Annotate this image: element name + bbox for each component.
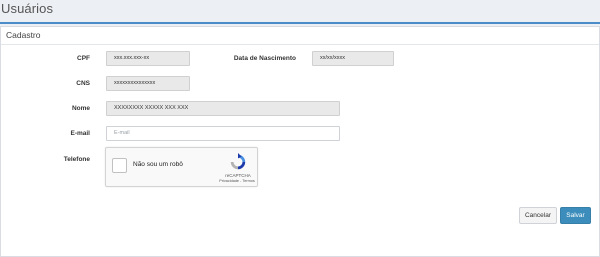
name-label: Nome [71,105,90,112]
recaptcha-brand: reCAPTCHA [225,173,251,178]
birth-date-label: Data de Nascimento [233,55,296,62]
page-title: Usuários [1,1,54,16]
cns-field[interactable]: xxxxxxxxxxxxxxx [106,76,190,91]
cpf-label: CPF [77,55,90,62]
recaptcha-logo-icon [230,153,246,170]
email-label: E-mail [70,130,90,137]
recaptcha-links[interactable]: Privacidade - Termos [212,179,262,183]
cadastro-panel: Cadastro [0,26,600,257]
recaptcha-widget: Não sou um robô reCAPTCHA Privacidade - … [105,147,258,187]
birth-date-field[interactable]: xx/xx/xxxx [312,51,394,66]
panel-title: Cadastro [6,30,41,40]
panel-header: Cadastro [1,27,599,45]
recaptcha-checkbox[interactable] [112,158,127,173]
recaptcha-label: Não sou um robô [133,161,183,168]
email-field[interactable]: E-mail [106,126,340,141]
page-header: Usuários [0,0,600,24]
save-button[interactable]: Salvar [560,207,591,224]
cancel-button[interactable]: Cancelar [519,207,557,224]
cpf-field[interactable]: xxx.xxx.xxx-xx [106,51,190,66]
cns-label: CNS [76,80,90,87]
name-field[interactable]: XXXXXXXX XXXXX XXX XXX [106,101,340,116]
phone-label: Telefone [63,156,90,163]
